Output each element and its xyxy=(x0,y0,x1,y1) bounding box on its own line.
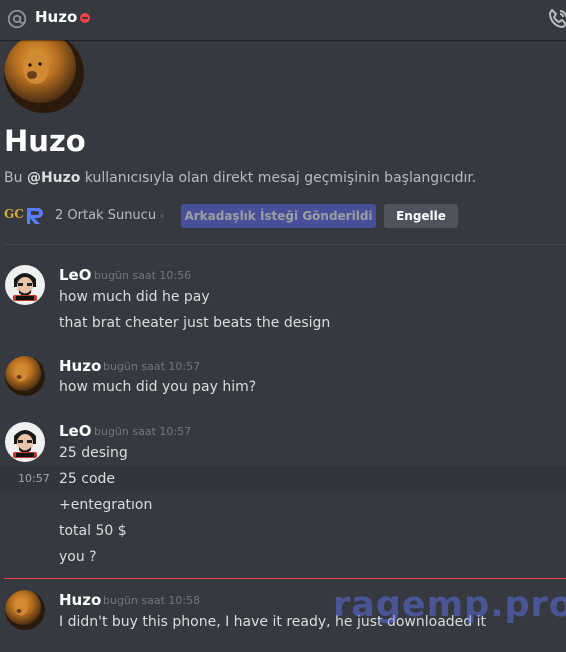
message-timestamp: bugün saat 10:58 xyxy=(103,594,201,607)
avatar[interactable] xyxy=(5,590,45,630)
hover-timestamp: 10:57 xyxy=(18,472,50,485)
message-author[interactable]: Huzo xyxy=(59,356,101,376)
watermark: ragemp.pro xyxy=(333,585,566,625)
avatar[interactable] xyxy=(5,356,45,396)
new-messages-divider xyxy=(4,578,566,579)
dm-intro-text: Bu @Huzo kullanıcısıyla olan direkt mesa… xyxy=(4,170,477,186)
divider xyxy=(4,244,566,245)
rage-server-icon[interactable] xyxy=(24,206,46,226)
separator-dot xyxy=(160,214,164,218)
do-not-disturb-icon xyxy=(80,13,90,23)
profile-avatar[interactable] xyxy=(4,33,84,113)
message-author[interactable]: LeO xyxy=(59,265,91,285)
message-text: +entegratıon xyxy=(59,497,153,513)
message-text: how much did he pay xyxy=(59,289,210,305)
friend-request-sent-button[interactable]: Arkadaşlık İsteği Gönderildi xyxy=(181,204,376,228)
message-timestamp: bugün saat 10:57 xyxy=(103,360,201,373)
block-button[interactable]: Engelle xyxy=(384,204,458,228)
user-handle[interactable]: @Huzo xyxy=(27,170,80,186)
mutual-server-icon[interactable]: GC xyxy=(4,207,24,221)
message-text: 25 code xyxy=(59,471,116,487)
message-author[interactable]: Huzo xyxy=(59,590,101,610)
message-text: that brat cheater just beats the design xyxy=(59,315,331,331)
message-text: how much did you pay him? xyxy=(59,379,257,395)
message-text: you ? xyxy=(59,549,97,565)
message-timestamp: bugün saat 10:57 xyxy=(94,425,192,438)
avatar[interactable] xyxy=(5,422,45,462)
profile-name: Huzo xyxy=(4,124,86,158)
message-text: 25 desing xyxy=(59,445,128,461)
message-timestamp: bugün saat 10:56 xyxy=(94,269,192,282)
phone-call-icon[interactable] xyxy=(546,7,566,31)
channel-header: Huzo xyxy=(0,0,566,40)
at-icon xyxy=(7,9,27,29)
message-text: total 50 $ xyxy=(59,523,127,539)
avatar[interactable] xyxy=(5,265,45,305)
message-author[interactable]: LeO xyxy=(59,421,91,441)
header-recipient-name[interactable]: Huzo xyxy=(35,7,77,27)
mutual-servers-link[interactable]: 2 Ortak Sunucu xyxy=(55,207,156,225)
